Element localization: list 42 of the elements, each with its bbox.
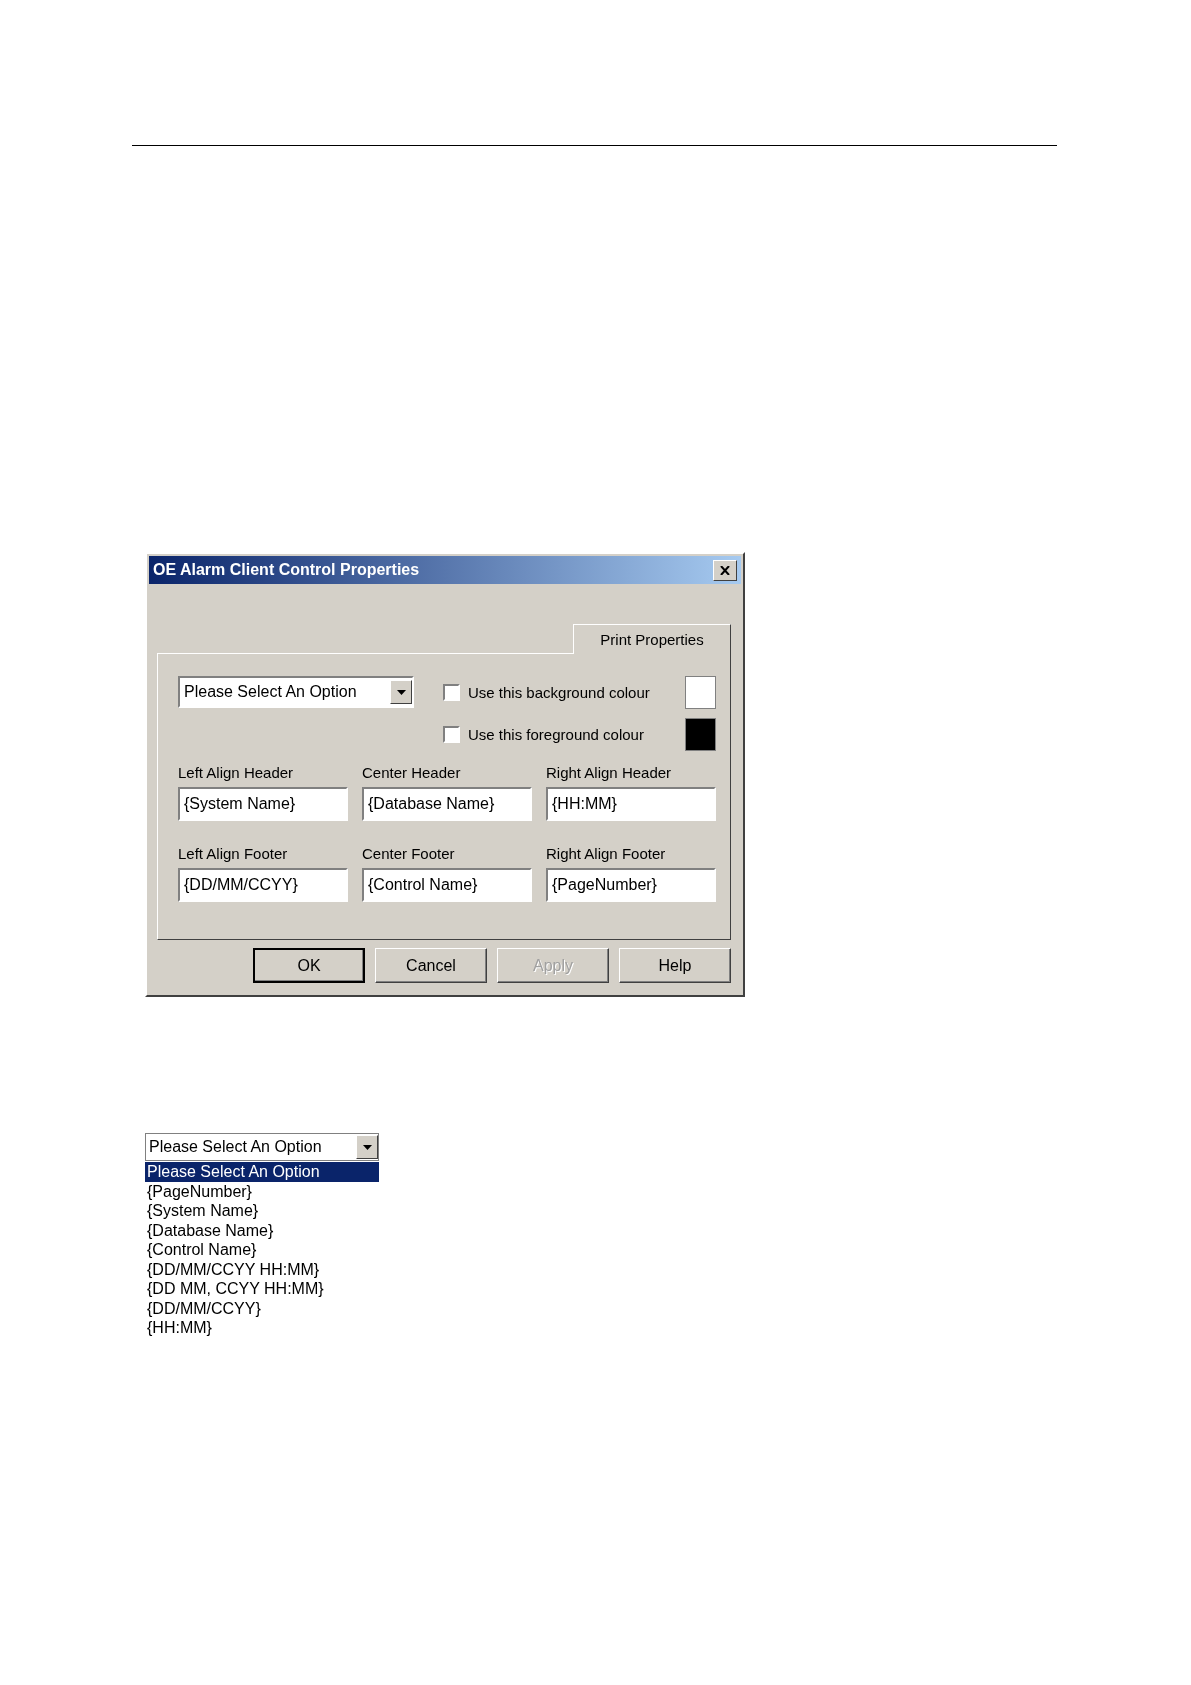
dialog-button[interactable]: Help xyxy=(619,948,731,983)
option-dropdown[interactable]: Please Select An Option xyxy=(178,676,414,708)
field-label: Left Align Footer xyxy=(178,845,289,862)
field-label: Left Align Header xyxy=(178,764,295,781)
option-dropdown[interactable]: Please Select An Option xyxy=(145,1133,379,1161)
dropdown-option[interactable]: {Database Name} xyxy=(145,1220,379,1240)
input-field[interactable]: {Control Name} xyxy=(362,868,532,902)
close-button[interactable] xyxy=(713,559,737,581)
close-icon xyxy=(720,565,730,575)
dropdown-option[interactable]: {PageNumber} xyxy=(145,1181,379,1201)
window-title: OE Alarm Client Control Properties xyxy=(153,561,420,579)
input-field[interactable]: {Database Name} xyxy=(362,787,532,821)
field-label: Center Header xyxy=(362,764,462,781)
checkbox[interactable] xyxy=(443,726,460,743)
input-field[interactable]: {PageNumber} xyxy=(546,868,716,902)
checkbox-label: Use this foreground colour xyxy=(468,726,645,743)
dropdown-value: Please Select An Option xyxy=(149,1138,322,1156)
caret-icon xyxy=(362,1144,372,1150)
checkbox[interactable] xyxy=(443,684,460,701)
dialog-button[interactable]: OK xyxy=(253,948,365,983)
dropdown-option[interactable]: {HH:MM} xyxy=(145,1318,379,1338)
dropdown-option[interactable]: {DD/MM/CCYY HH:MM} xyxy=(145,1259,379,1279)
input-field[interactable]: {DD/MM/CCYY} xyxy=(178,868,348,902)
dialog-button[interactable]: Cancel xyxy=(375,948,487,983)
dropdown-option[interactable]: Please Select An Option xyxy=(145,1162,379,1182)
dropdown-option[interactable]: {System Name} xyxy=(145,1201,379,1221)
input-field[interactable]: {HH:MM} xyxy=(546,787,716,821)
input-field[interactable]: {System Name} xyxy=(178,787,348,821)
field-label: Center Footer xyxy=(362,845,456,862)
dropdown-option[interactable]: {DD/MM/CCYY} xyxy=(145,1298,379,1318)
dropdown-arrow-button[interactable] xyxy=(356,1135,378,1159)
dropdown-option[interactable]: {Control Name} xyxy=(145,1240,379,1260)
dropdown-arrow-button[interactable] xyxy=(390,680,412,704)
colour-swatch[interactable] xyxy=(685,718,716,751)
checkbox-label: Use this background colour xyxy=(468,684,651,701)
field-label: Right Align Footer xyxy=(546,845,667,862)
tab[interactable]: Print Properties xyxy=(573,624,731,654)
dropdown-option[interactable]: {DD MM, CCYY HH:MM} xyxy=(145,1279,379,1299)
dropdown-value: Please Select An Option xyxy=(184,683,357,701)
caret-icon xyxy=(396,689,406,695)
colour-swatch[interactable] xyxy=(685,676,716,709)
field-label: Right Align Header xyxy=(546,764,673,781)
